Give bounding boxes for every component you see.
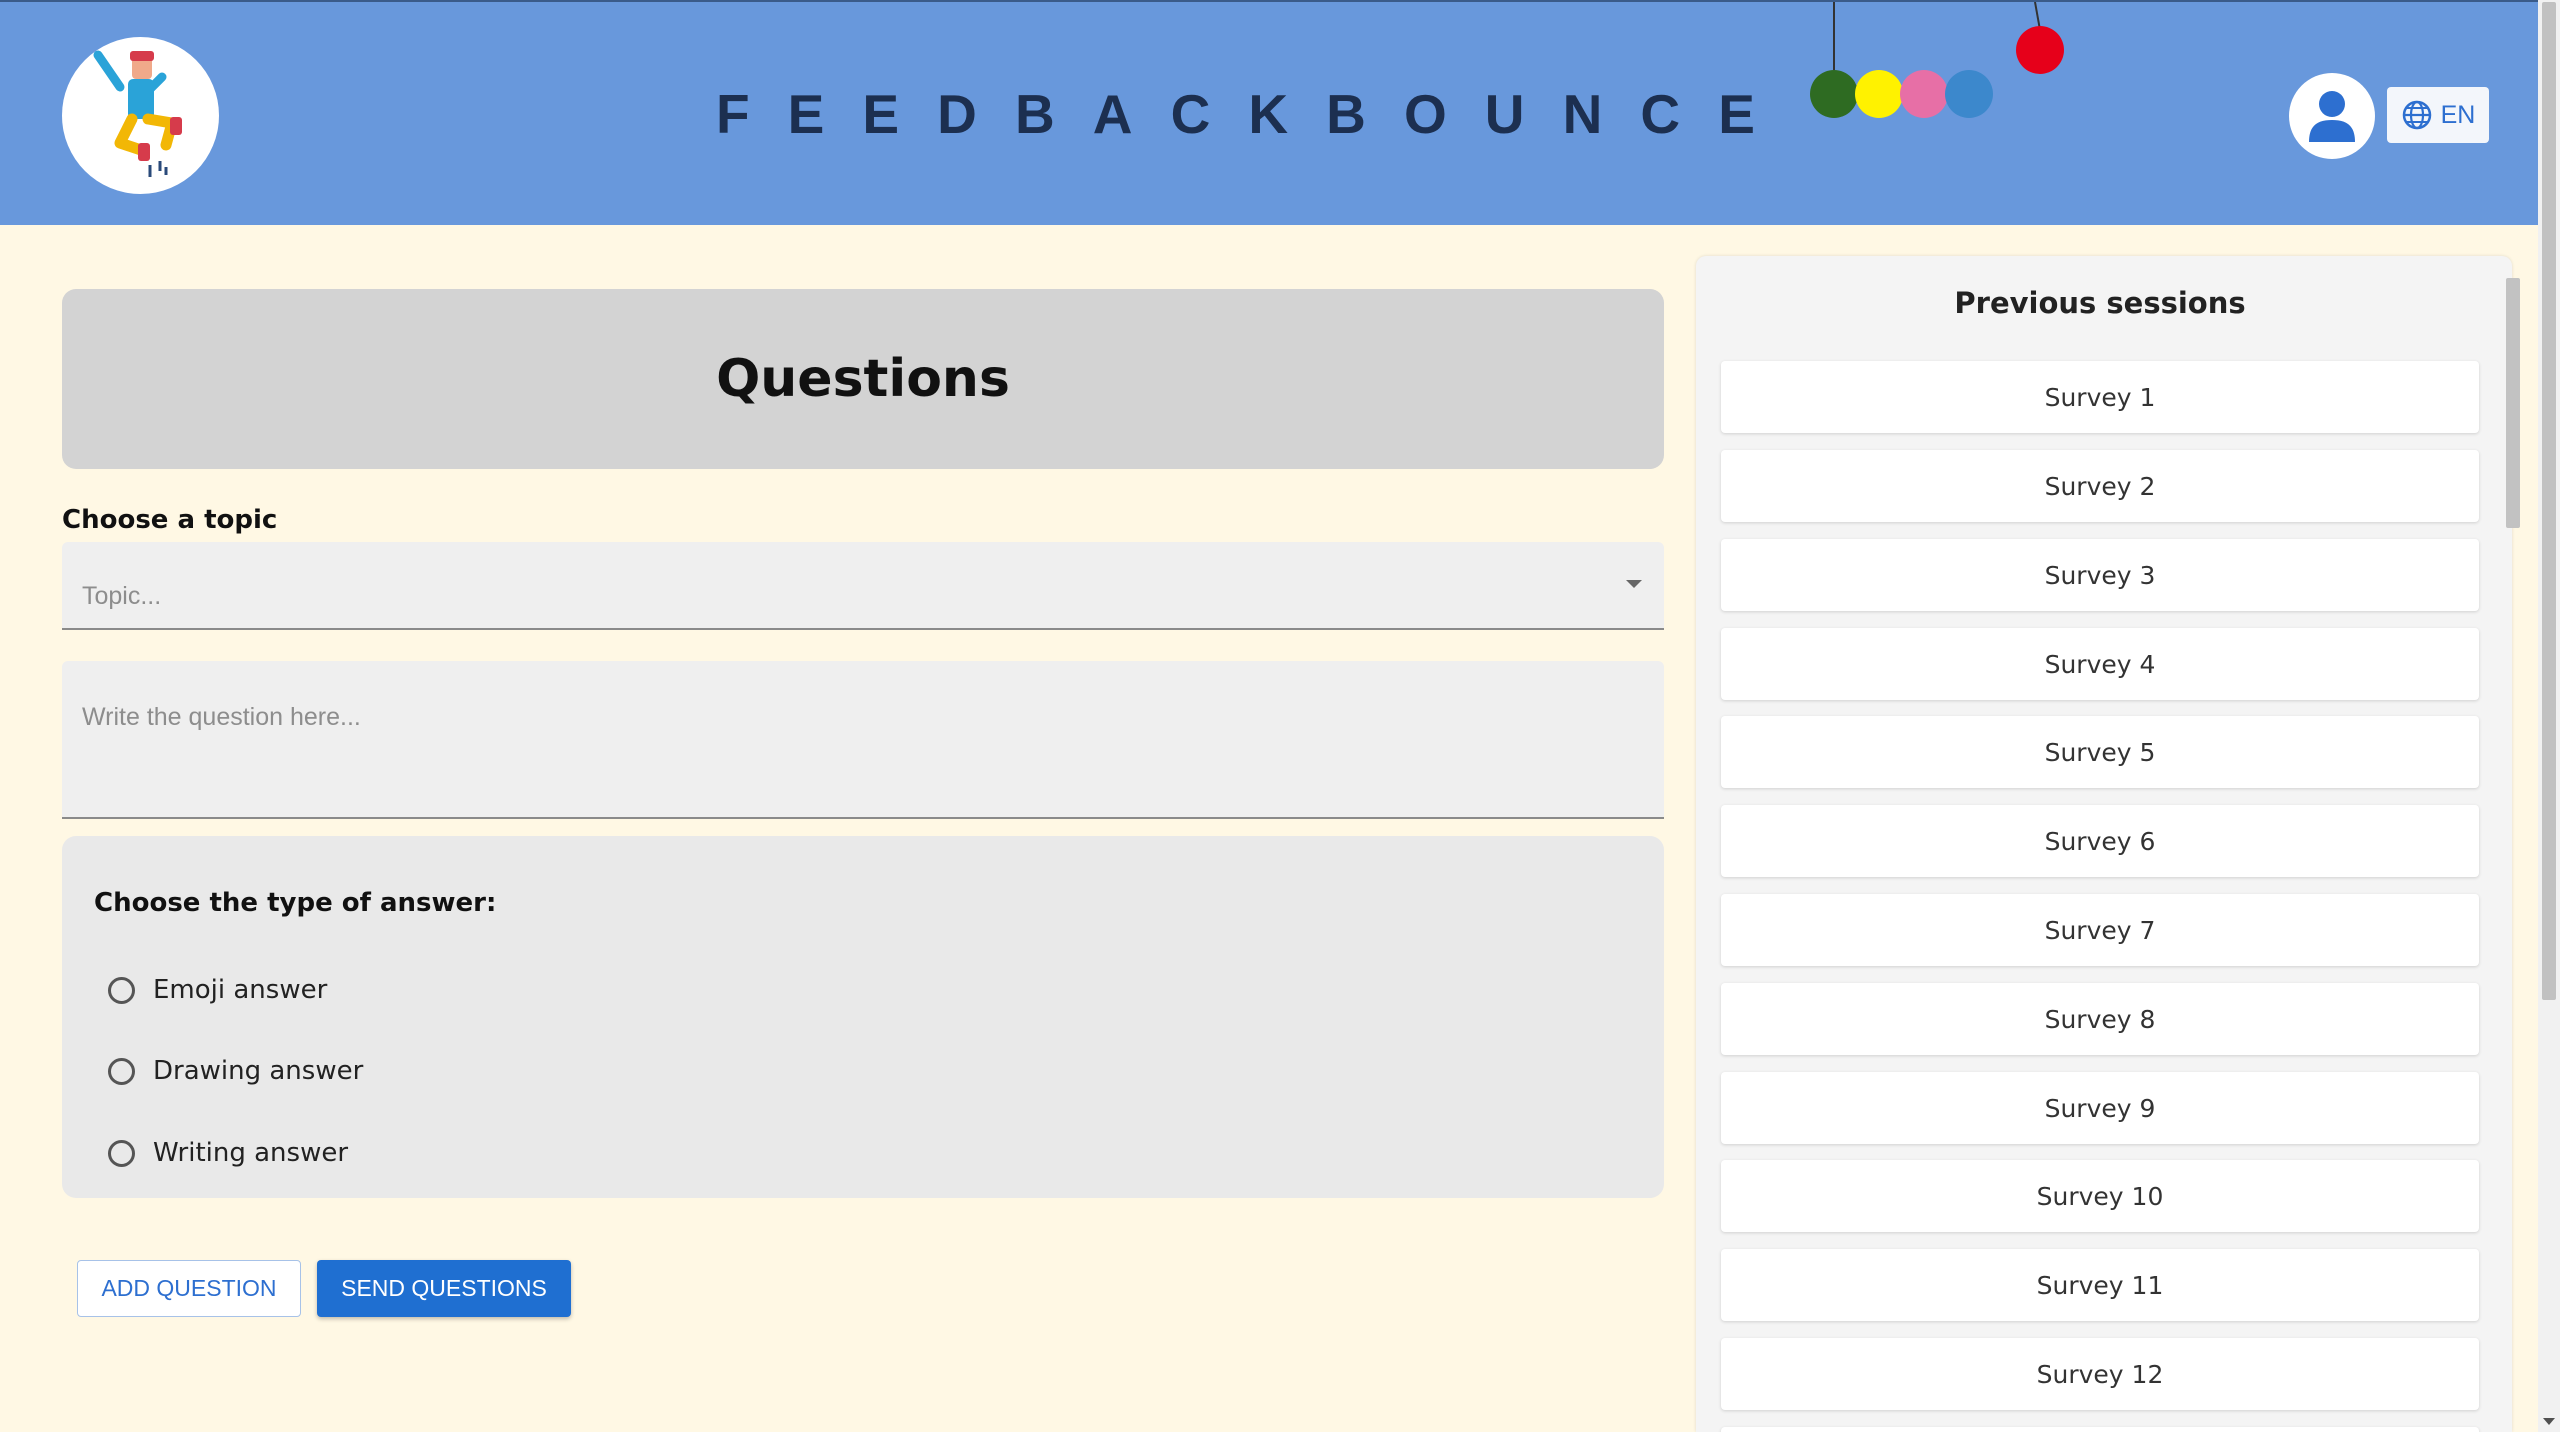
scroll-down-arrow-icon[interactable]: [2543, 1418, 2555, 1425]
brand-letter: E: [1718, 83, 1756, 145]
ball-string: [2034, 2, 2041, 31]
session-item[interactable]: Survey 8: [1721, 983, 2479, 1055]
brand-letter: B: [1014, 83, 1056, 145]
user-account-button[interactable]: [2289, 73, 2375, 159]
radio-button[interactable]: [108, 1057, 135, 1085]
questions-title-card: Questions: [62, 289, 1664, 469]
send-questions-button[interactable]: SEND QUESTIONS: [317, 1260, 571, 1317]
brand-letter: C: [1170, 83, 1212, 145]
dropdown-arrow-icon[interactable]: [1626, 580, 1642, 588]
brand-letter: B: [1326, 83, 1367, 145]
jumping-person-icon: [93, 50, 182, 177]
radio-button[interactable]: [108, 1139, 135, 1167]
sessions-scrollbar-thumb[interactable]: [2506, 278, 2520, 528]
answer-option-label: Drawing answer: [153, 1056, 364, 1086]
brand-letter: E: [787, 83, 826, 145]
answer-type-title: Choose the type of answer:: [94, 888, 497, 918]
session-item[interactable]: Survey 3: [1721, 539, 2479, 611]
bouncing-balls-decoration: [1810, 2, 2064, 118]
session-item[interactable]: Survey 9: [1721, 1072, 2479, 1144]
language-label: EN: [2440, 100, 2476, 129]
brand-letter: F: [716, 83, 751, 145]
ball-red: [2016, 26, 2064, 74]
session-item[interactable]: Survey 7: [1721, 894, 2479, 966]
session-item[interactable]: Survey 5: [1721, 716, 2479, 788]
previous-sessions-panel: Previous sessions Survey 1 Survey 2 Surv…: [1696, 256, 2512, 1432]
session-item[interactable]: Survey 10: [1721, 1160, 2479, 1232]
ball-yellow: [1855, 70, 1903, 118]
ball-pink: [1900, 70, 1948, 118]
user-icon: [2309, 91, 2355, 142]
brand-letter: A: [1092, 83, 1134, 145]
brand-letter: D: [937, 83, 978, 145]
topic-label: Choose a topic: [62, 505, 278, 535]
globe-icon: [2402, 100, 2431, 130]
topic-placeholder: Topic...: [82, 582, 162, 610]
answer-option-label: Emoji answer: [153, 975, 328, 1005]
brand-title: F E E D B A C K B O U N C E: [716, 78, 1756, 150]
ball-blue: [1945, 70, 1993, 118]
sessions-title: Previous sessions: [1954, 286, 2246, 320]
brand-letter: N: [1562, 83, 1604, 145]
page-title: Questions: [716, 349, 1010, 409]
app-header: F E E D B A C K B O U N C E EN: [0, 0, 2538, 225]
brand-letter: O: [1403, 83, 1448, 145]
session-item[interactable]: Survey 12: [1721, 1338, 2479, 1410]
add-question-button[interactable]: ADD QUESTION: [77, 1260, 301, 1317]
question-textarea[interactable]: Write the question here...: [62, 661, 1664, 819]
topic-select[interactable]: Topic...: [62, 542, 1664, 630]
brand-letter: K: [1248, 83, 1290, 145]
session-item[interactable]: Survey 11: [1721, 1249, 2479, 1321]
answer-option-emoji[interactable]: Emoji answer: [108, 970, 327, 1010]
ball-green: [1810, 70, 1858, 118]
answer-option-label: Writing answer: [153, 1138, 349, 1168]
session-item[interactable]: Survey 2: [1721, 450, 2479, 522]
session-item[interactable]: Survey 6: [1721, 805, 2479, 877]
answer-option-drawing[interactable]: Drawing answer: [108, 1051, 363, 1091]
session-item[interactable]: Survey 1: [1721, 361, 2479, 433]
brand-letter: E: [862, 83, 901, 145]
session-item[interactable]: [1721, 1427, 2479, 1432]
answer-option-writing[interactable]: Writing answer: [108, 1133, 348, 1173]
page-scrollbar-thumb[interactable]: [2542, 2, 2556, 1000]
question-placeholder: Write the question here...: [82, 703, 361, 731]
language-selector-button[interactable]: EN: [2387, 87, 2489, 143]
answer-type-card: Choose the type of answer: Emoji answer …: [62, 836, 1664, 1198]
radio-button[interactable]: [108, 976, 135, 1004]
session-item[interactable]: Survey 4: [1721, 628, 2479, 700]
brand-letter: U: [1484, 83, 1526, 145]
brand-letter: C: [1640, 83, 1682, 145]
app-logo[interactable]: [62, 37, 219, 194]
